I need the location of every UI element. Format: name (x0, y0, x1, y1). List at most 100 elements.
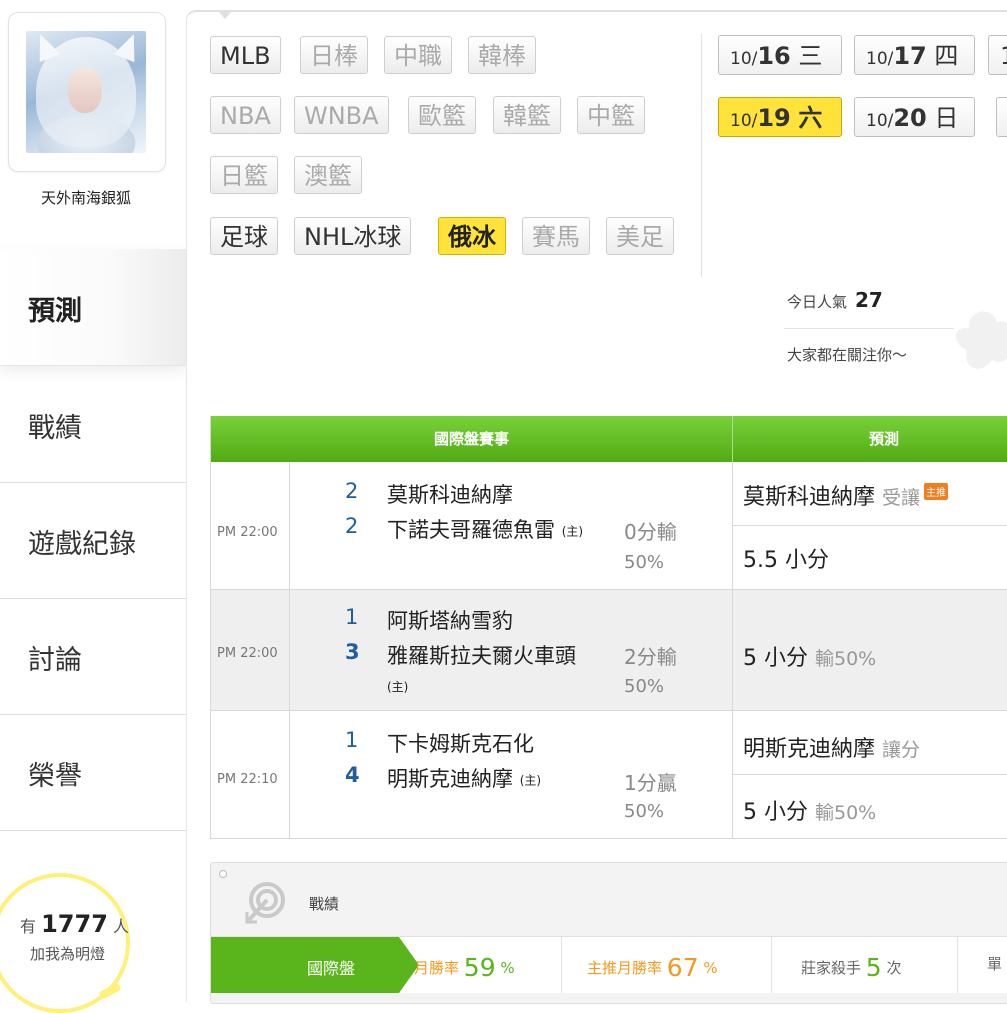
fans-count: 1777 (41, 910, 108, 938)
sport-chip-cpbl[interactable]: 中職 (384, 36, 452, 74)
sport-chip-aus-basketball[interactable]: 澳籃 (294, 156, 362, 194)
date-button-1016[interactable]: 10/16 三 (718, 35, 842, 75)
game-time: PM 22:10 (217, 772, 278, 787)
date-weekday: 三 (798, 42, 823, 70)
header-events: 國際盤賽事 (433, 430, 509, 448)
sport-chip-soccer[interactable]: 足球 (210, 217, 278, 255)
home-score: 4 (345, 763, 360, 787)
sport-chip-euro-basketball[interactable]: 歐籃 (408, 96, 476, 134)
sport-chip-japan-basketball[interactable]: 日籃 (210, 156, 278, 194)
sport-chip-npb[interactable]: 日棒 (300, 36, 368, 74)
fans-caption: 加我為明燈 (30, 945, 106, 963)
sport-chip-wnba[interactable]: WNBA (294, 96, 389, 134)
home-team: 雅羅斯拉夫爾火車頭 (387, 644, 576, 668)
popularity: 今日人氣 27 (787, 288, 883, 312)
away-score: 2 (345, 479, 359, 503)
avatar[interactable] (26, 29, 146, 153)
date-button-1019[interactable]: 10/19 六 (718, 97, 842, 137)
sport-chip-nba[interactable]: NBA (210, 96, 281, 134)
monthly-win-rate: 月勝率 59 % (414, 953, 515, 982)
date-month: 10/ (866, 49, 894, 69)
decoration-icon (956, 311, 1007, 369)
tab-international-label: 國際盤 (307, 959, 356, 978)
sport-chip-khl[interactable]: 俄冰 (438, 217, 506, 255)
monthly-win-rate-value: 59 (463, 953, 496, 982)
prediction-divider (733, 774, 1007, 775)
fans-count-line: 有 1777 人 (20, 910, 129, 938)
prediction-note: 輸50% (815, 802, 877, 824)
date-weekday: 六 (798, 104, 823, 132)
tab-international[interactable]: 國際盤 (211, 937, 419, 993)
column-divider (289, 462, 290, 589)
date-month: 10/ (866, 111, 894, 131)
handicap-line: 2分輸 (624, 645, 677, 669)
away-team: 阿斯塔納雪豹 (387, 609, 513, 633)
fans-suffix: 人 (113, 917, 130, 936)
sport-chip-mlb[interactable]: MLB (210, 36, 281, 74)
table-row[interactable]: PM 22:10 1 下卡姆斯克石化 4 明斯克迪納摩 (主) 1分贏 50% … (211, 711, 1007, 839)
home-team: 下諾夫哥羅德魚雷 (387, 518, 555, 542)
avatar-card[interactable] (8, 12, 166, 172)
date-button-1018[interactable]: 1 (988, 35, 1007, 75)
fans-bubble-tail (98, 982, 122, 1000)
featured-win-rate: 主推月勝率 67 % (587, 953, 718, 982)
stats-divider (771, 937, 772, 993)
nav-record[interactable]: 戰績 (0, 365, 186, 483)
column-divider (732, 590, 733, 710)
home-score: 3 (345, 640, 360, 664)
sport-chip-nhl[interactable]: NHL冰球 (294, 217, 412, 255)
date-weekday: 日 (934, 104, 959, 132)
featured-win-rate-value: 67 (666, 953, 699, 982)
away-team: 莫斯科迪納摩 (387, 483, 513, 507)
sport-chip-kbo[interactable]: 韓棒 (468, 36, 536, 74)
table-row[interactable]: PM 22:00 2 莫斯科迪納摩 2 下諾夫哥羅德魚雷 (主) 0分輸 50%… (211, 462, 1007, 590)
prediction-note: 受讓 (882, 487, 921, 509)
date-button-1020[interactable]: 10/20 日 (854, 97, 975, 137)
table-row[interactable]: PM 22:00 1 阿斯塔納雪豹 3 雅羅斯拉夫爾火車頭 (主) 2分輸 50… (211, 590, 1007, 711)
banker-killer: 莊家殺手 5 次 (801, 953, 902, 982)
avatar-face (68, 67, 102, 113)
banker-killer-value: 5 (865, 953, 882, 982)
date-button-1021[interactable] (996, 97, 1007, 137)
sport-chip-american-football[interactable]: 美足 (606, 217, 674, 255)
sport-chip-china-basketball[interactable]: 中籃 (577, 96, 645, 134)
nav-game-history-label: 遊戲紀錄 (28, 529, 136, 560)
date-month: 10/ (730, 49, 758, 69)
panel-notch (217, 10, 233, 19)
sport-chip-korea-basketball[interactable]: 韓籃 (493, 96, 561, 134)
stats-divider (561, 937, 562, 993)
column-divider (289, 711, 290, 838)
home-team-line: 明斯克迪納摩 (主) (387, 763, 541, 793)
prediction-table: 國際盤賽事 預測 PM 22:00 2 莫斯科迪納摩 2 下諾夫哥羅德魚雷 (主… (210, 416, 1007, 839)
nav-honor[interactable]: 榮譽 (0, 714, 186, 831)
featured-win-rate-unit: % (703, 959, 718, 977)
record-panel: 戰績 國際盤 月勝率 59 % 主推月勝率 67 % 莊家殺手 5 次 單 (210, 862, 1007, 1004)
home-marker: (主) (561, 524, 584, 539)
fans-bubble[interactable]: 有 1777 人 加我為明燈 (0, 873, 130, 1013)
featured-badge: 主推 (924, 483, 949, 500)
date-button-1017[interactable]: 10/17 四 (854, 35, 975, 75)
away-score: 1 (345, 728, 359, 752)
single-stat-label: 單 (987, 955, 1003, 973)
sport-chip-horse-racing[interactable]: 賽馬 (522, 217, 590, 255)
prediction-divider (733, 525, 1007, 526)
game-time: PM 22:00 (217, 646, 278, 661)
date-day: 17 (893, 42, 927, 70)
nav-predict[interactable]: 預測 (0, 249, 186, 365)
header-divider (732, 416, 733, 462)
record-title: 戰績 (309, 895, 340, 913)
nav-discussion[interactable]: 討論 (0, 598, 186, 715)
handicap-percent: 50% (624, 552, 665, 573)
handicap-line: 0分輸 (624, 520, 677, 544)
filter-divider (701, 34, 702, 277)
home-team-line: 下諾夫哥羅德魚雷 (主) (387, 514, 583, 544)
date-day: 1 (1000, 42, 1007, 70)
panel-dot (219, 870, 227, 878)
popularity-value: 27 (855, 288, 883, 312)
home-team: 明斯克迪納摩 (387, 767, 513, 791)
username[interactable]: 天外南海銀狐 (0, 187, 172, 208)
nav-game-history[interactable]: 遊戲紀錄 (0, 482, 186, 599)
date-day: 19 (757, 104, 791, 132)
handicap-percent: 50% (624, 676, 665, 697)
nav-predict-label: 預測 (28, 296, 82, 327)
